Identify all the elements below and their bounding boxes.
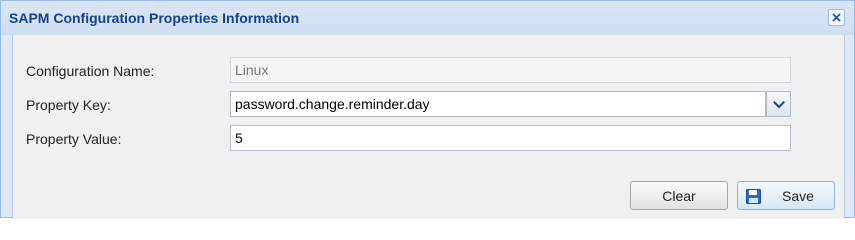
- floppy-disk-icon: [746, 189, 761, 204]
- property-key-dropdown-trigger[interactable]: [766, 91, 791, 117]
- property-value-label: Property Value:: [26, 131, 122, 147]
- configuration-name-label: Configuration Name:: [26, 63, 155, 79]
- dialog-title: SAPM Configuration Properties Informatio…: [9, 10, 300, 26]
- save-button-label: Save: [782, 188, 814, 204]
- form-panel: Configuration Name: Property Key: Proper…: [12, 35, 845, 219]
- close-button[interactable]: [828, 9, 845, 26]
- dialog-titlebar[interactable]: SAPM Configuration Properties Informatio…: [1, 1, 854, 35]
- clear-button[interactable]: Clear: [630, 181, 728, 210]
- property-value-field[interactable]: [230, 125, 791, 151]
- clear-button-label: Clear: [662, 188, 696, 204]
- close-icon: [832, 13, 841, 22]
- chevron-down-icon: [773, 101, 785, 109]
- property-key-combobox[interactable]: [230, 91, 766, 117]
- configuration-name-field: [230, 57, 791, 83]
- property-key-label: Property Key:: [26, 97, 111, 113]
- save-button[interactable]: Save: [737, 181, 835, 210]
- config-properties-dialog: SAPM Configuration Properties Informatio…: [0, 0, 855, 219]
